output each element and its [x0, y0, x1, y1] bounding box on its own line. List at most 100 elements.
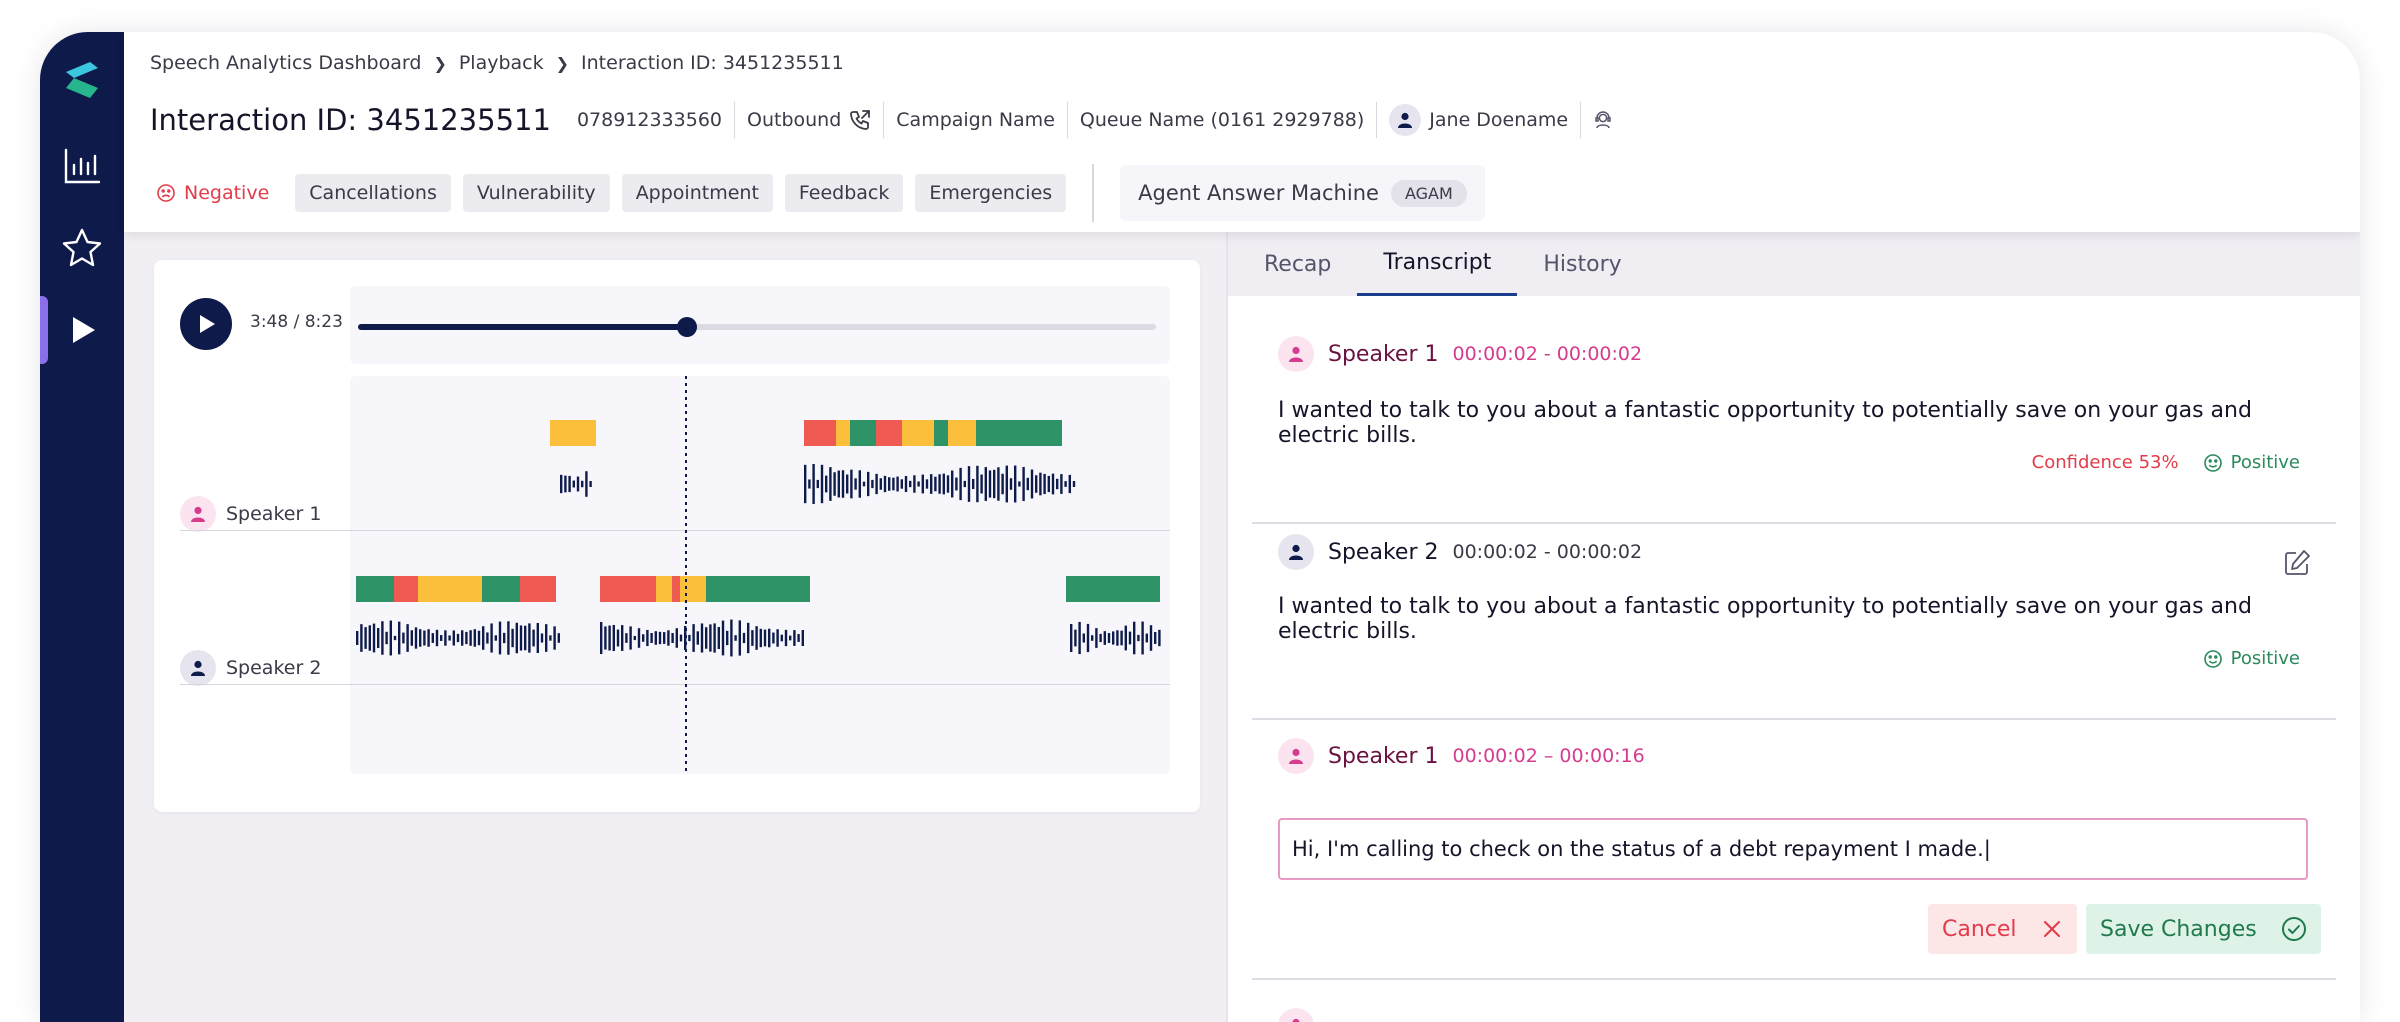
tag-chip-emergencies[interactable]: Emergencies — [915, 174, 1067, 212]
breadcrumb-dashboard[interactable]: Speech Analytics Dashboard — [150, 52, 421, 74]
waveform-bar — [871, 479, 874, 489]
waveform-bar — [797, 634, 800, 642]
waveform-bar — [1022, 466, 1025, 502]
waveform-bar — [1001, 473, 1004, 495]
waveform-bar — [925, 479, 929, 489]
phone-number: 078912333560 — [577, 102, 734, 138]
waveform-bar — [896, 476, 899, 492]
sentiment-segment — [804, 420, 836, 446]
waveform-bar — [888, 477, 891, 491]
sentiment-badge: Negative — [150, 174, 283, 212]
sentiment-segment — [550, 420, 596, 446]
cancel-button[interactable]: Cancel — [1928, 904, 2077, 954]
waveform-bar — [1158, 629, 1161, 647]
call-direction-text: Outbound — [747, 109, 842, 131]
scrubber-handle[interactable] — [677, 317, 697, 337]
tab-history[interactable]: History — [1517, 232, 1647, 296]
waveform-bar — [875, 473, 878, 495]
play-button[interactable] — [180, 298, 232, 350]
waveform-bar — [862, 481, 866, 487]
waveform-bar — [1051, 473, 1055, 495]
waveform-bar — [427, 629, 430, 647]
tab-transcript[interactable]: Transcript — [1357, 232, 1518, 296]
waveform-bar — [904, 475, 908, 493]
waveform-bar — [612, 624, 615, 652]
waveform-bar — [486, 632, 489, 644]
waveform-bar — [452, 630, 455, 646]
tag-chip-vulnerability[interactable]: Vulnerability — [462, 174, 610, 212]
waveform-bar — [1116, 630, 1119, 646]
waveform-bar — [1060, 474, 1063, 494]
waveform-bar — [833, 472, 836, 496]
waveform-bar — [1082, 633, 1085, 643]
sentiment-label: Positive — [2203, 648, 2300, 669]
waveform-bar — [528, 623, 531, 653]
divider — [1092, 164, 1095, 222]
tag-chip-appointment[interactable]: Appointment — [621, 174, 773, 212]
sidebar — [40, 32, 124, 1022]
waveform-bar — [955, 477, 958, 491]
header: Speech Analytics Dashboard ❯ Playback ❯ … — [124, 32, 2360, 232]
waveform-bar — [892, 477, 895, 491]
nav-playback[interactable] — [40, 296, 124, 364]
timestamp: 00:00:02 - 00:00:02 — [1452, 343, 1643, 365]
waveform-bar — [850, 469, 853, 499]
waveform-bar — [581, 480, 584, 488]
tab-recap[interactable]: Recap — [1264, 232, 1357, 296]
waveform-bar — [951, 470, 954, 498]
sentiment-label: Positive — [2203, 452, 2300, 473]
waveform-bar — [841, 470, 845, 498]
waveform-bar — [854, 478, 857, 490]
waveform-bar — [679, 634, 683, 642]
entry-footer: Confidence 53% Positive — [2032, 452, 2300, 473]
waveform-bar — [356, 631, 359, 645]
save-changes-button[interactable]: Save Changes — [2086, 904, 2321, 954]
sentiment-segment — [482, 576, 520, 602]
waveform-bar — [658, 631, 662, 645]
tab-bar: Recap Transcript History — [1228, 232, 2360, 296]
waveform-bar — [837, 470, 840, 498]
waveform-bar — [540, 633, 544, 643]
waveform-bar — [816, 479, 819, 489]
chevron-right-icon: ❯ — [555, 53, 570, 73]
agent-mode-label: Agent Answer Machine — [1138, 181, 1379, 205]
play-icon — [73, 317, 95, 343]
waveform-bar — [549, 635, 552, 641]
waveform-bar — [700, 623, 704, 653]
waveform-bar — [721, 620, 725, 656]
nav-analytics[interactable] — [40, 132, 124, 200]
waveform-bar — [734, 635, 737, 641]
waveform-bar — [858, 470, 861, 498]
waveform-bar — [772, 632, 775, 644]
next-entry-header — [1278, 1008, 1314, 1022]
agent-headset[interactable] — [1580, 102, 1625, 138]
sentiment-segment — [948, 420, 976, 446]
transcript-edit-input[interactable]: Hi, I'm calling to check on the status o… — [1278, 818, 2308, 880]
waveform-bar — [1030, 469, 1034, 499]
nav-favourites[interactable] — [40, 214, 124, 282]
edit-icon[interactable] — [2282, 548, 2312, 578]
waveform-bar — [1009, 478, 1013, 490]
smile-icon — [2203, 453, 2222, 472]
logo-icon — [66, 62, 98, 98]
waveform-bar — [1086, 623, 1090, 653]
waveform-bar — [568, 475, 571, 493]
star-icon — [62, 228, 102, 267]
waveform-bar — [1064, 481, 1067, 487]
waveform-bar — [1095, 628, 1098, 648]
waveform-bar — [557, 633, 560, 643]
sentiment-segment — [356, 576, 394, 602]
waveform[interactable] — [350, 376, 1170, 774]
breadcrumb-playback[interactable]: Playback — [459, 52, 544, 74]
tag-chip-cancellations[interactable]: Cancellations — [295, 174, 451, 212]
waveform-bar — [469, 630, 472, 646]
waveform-bar — [663, 632, 666, 644]
page-title: Interaction ID: 3451235511 — [150, 103, 551, 137]
cancel-button-label: Cancel — [1942, 916, 2017, 942]
waveform-bar — [585, 471, 588, 497]
waveform-bar — [1133, 621, 1136, 655]
save-button-label: Save Changes — [2100, 916, 2257, 942]
tag-chip-feedback[interactable]: Feedback — [784, 174, 904, 212]
title-row: Interaction ID: 3451235511 078912333560 … — [150, 96, 1625, 144]
sentiment-segment — [706, 576, 810, 602]
